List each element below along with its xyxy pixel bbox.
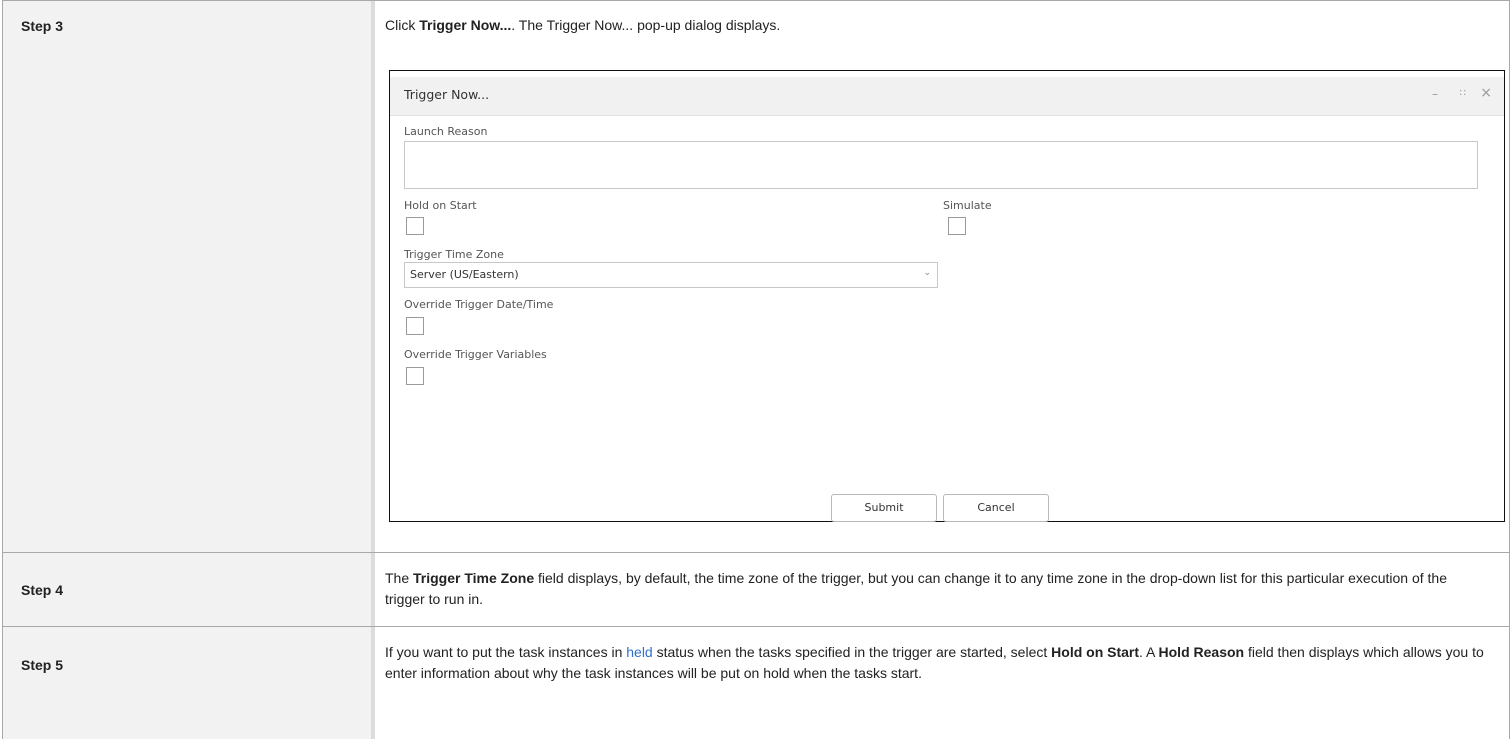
launch-reason-field[interactable] xyxy=(404,141,1478,189)
trigger-now-dialog: Trigger Now... – ∷ × Launch Reason Hold … xyxy=(389,70,1505,522)
simulate-label: Simulate xyxy=(943,199,992,212)
maximize-icon[interactable]: ∷ xyxy=(1460,88,1466,99)
step-description: Click Trigger Now.... The Trigger Now...… xyxy=(385,17,781,33)
time-zone-value: Server (US/Eastern) xyxy=(410,268,519,281)
step-cell: Step 3 xyxy=(3,1,375,553)
table-row: Step 5 If you want to put the task insta… xyxy=(3,626,1509,739)
submit-button[interactable]: Submit xyxy=(831,494,937,522)
description-cell: The Trigger Time Zone field displays, by… xyxy=(375,553,1509,627)
step-description: The Trigger Time Zone field displays, by… xyxy=(385,570,1447,607)
simulate-checkbox[interactable] xyxy=(948,217,966,235)
step-label: Step 3 xyxy=(21,18,64,34)
dialog-title-bar[interactable]: Trigger Now... – ∷ × xyxy=(390,77,1504,116)
override-datetime-checkbox[interactable] xyxy=(406,317,424,335)
override-datetime-label: Override Trigger Date/Time xyxy=(404,298,554,311)
ui-term: Trigger Time Zone xyxy=(413,570,535,586)
chevron-down-icon: ⌄ xyxy=(923,268,931,278)
held-link[interactable]: held xyxy=(626,644,652,660)
launch-reason-label: Launch Reason xyxy=(404,125,488,138)
hold-on-start-label: Hold on Start xyxy=(404,199,477,212)
step-description: If you want to put the task instances in… xyxy=(385,644,1484,681)
ui-term: Trigger Now... xyxy=(419,17,512,33)
dialog-title: Trigger Now... xyxy=(404,87,490,102)
minimize-icon[interactable]: – xyxy=(1432,87,1438,101)
description-cell: If you want to put the task instances in… xyxy=(375,627,1509,739)
table-row: Step 4 The Trigger Time Zone field displ… xyxy=(3,552,1509,627)
override-variables-label: Override Trigger Variables xyxy=(404,348,547,361)
hold-on-start-checkbox[interactable] xyxy=(406,217,424,235)
override-variables-checkbox[interactable] xyxy=(406,367,424,385)
step-cell: Step 5 xyxy=(3,627,375,739)
ui-term: Hold on Start xyxy=(1051,644,1140,660)
step-label: Step 4 xyxy=(21,582,64,598)
ui-term: Hold Reason xyxy=(1158,644,1245,660)
time-zone-label: Trigger Time Zone xyxy=(404,248,504,261)
cancel-button[interactable]: Cancel xyxy=(943,494,1049,522)
time-zone-select[interactable]: Server (US/Eastern) ⌄ xyxy=(404,262,938,288)
close-icon[interactable]: × xyxy=(1480,85,1492,101)
step-cell: Step 4 xyxy=(3,553,375,627)
step-label: Step 5 xyxy=(21,657,64,673)
